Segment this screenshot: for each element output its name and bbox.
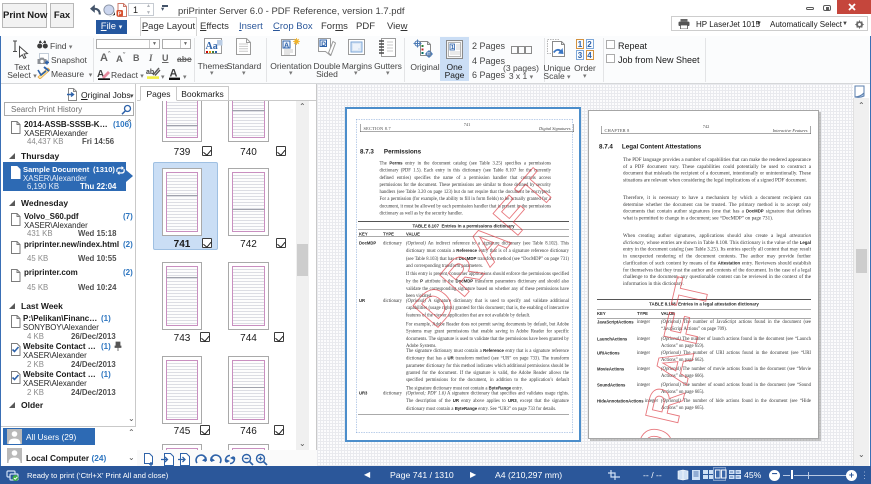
svg-text:1: 1 xyxy=(451,45,454,51)
svg-text:A: A xyxy=(284,43,289,50)
svg-text:P: P xyxy=(118,11,122,17)
svg-text:Aa: Aa xyxy=(206,41,218,52)
svg-text:D: D xyxy=(321,41,326,48)
